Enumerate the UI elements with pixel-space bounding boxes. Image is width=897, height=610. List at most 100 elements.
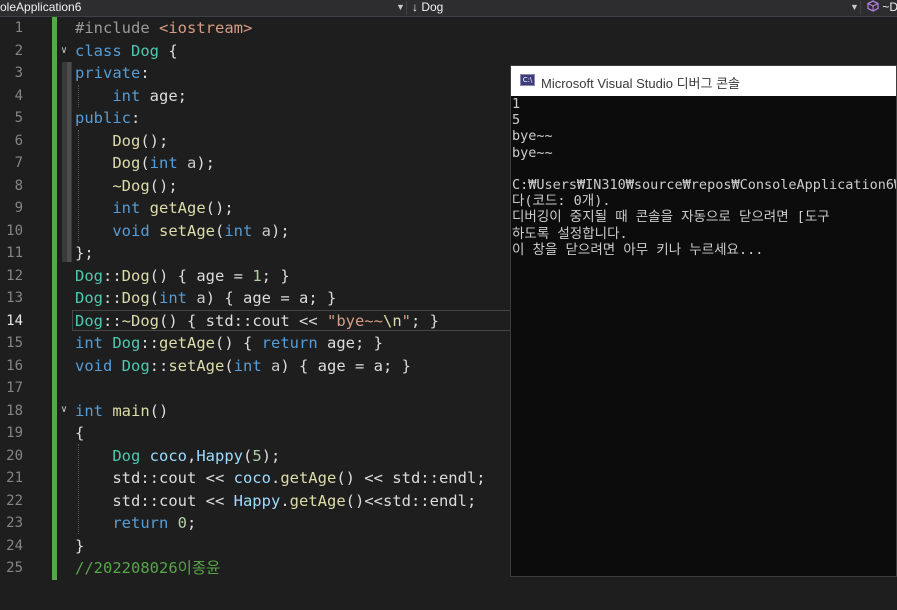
code-token: public: [75, 109, 131, 127]
code-line[interactable]: void Dog::setAge(int a) { age = a; }: [75, 355, 411, 378]
code-token: ": [401, 311, 411, 330]
cube-icon: [867, 0, 882, 14]
code-token: ~Dog: [112, 176, 150, 195]
code-token: a: [187, 154, 197, 172]
code-token: int: [75, 401, 113, 420]
code-line[interactable]: #include <iostream>: [75, 17, 252, 40]
code-line[interactable]: Dog();: [75, 130, 168, 153]
code-token: () { age =: [149, 266, 253, 285]
divider: [406, 1, 407, 15]
member-dropdown-label: ~D: [882, 0, 897, 14]
code-token: ::: [140, 334, 159, 352]
code-token: main: [112, 401, 150, 420]
line-number: 11: [6, 245, 23, 261]
code-token: getAge: [289, 491, 346, 510]
code-line[interactable]: Dog::Dog() { age = 1; }: [75, 265, 290, 288]
project-dropdown-label: oleApplication6: [0, 0, 82, 14]
code-line[interactable]: int main(): [75, 400, 168, 423]
navigation-bar: oleApplication6 ▼ ↓ Dog ▼ ~D: [0, 0, 897, 17]
line-number: 20: [6, 447, 23, 464]
line-number: 3: [14, 65, 23, 81]
console-app-icon: C:\: [520, 74, 535, 86]
code-line[interactable]: int Dog::getAge() { return age; }: [75, 332, 383, 355]
code-token: Dog: [112, 446, 150, 465]
line-number: 23: [6, 515, 23, 531]
code-token: () {: [215, 334, 262, 352]
code-token: Dog: [131, 41, 169, 60]
code-line[interactable]: std::cout << Happy.getAge()<<std::endl;: [75, 490, 476, 513]
console-line: 하도록 설정합니다.: [512, 225, 628, 242]
code-token: void: [75, 356, 122, 375]
code-line[interactable]: std::cout << coco.getAge() << std::endl;: [75, 467, 485, 490]
code-token: ()<<std::endl;: [345, 491, 477, 510]
code-token: //202208026이종윤: [75, 559, 221, 577]
code-token: int: [112, 199, 150, 217]
code-token: :: [140, 64, 150, 82]
code-line[interactable]: Dog::Dog(int a) { age = a; }: [75, 287, 336, 310]
code-line[interactable]: //202208026이종윤: [75, 557, 220, 580]
code-token: coco: [149, 446, 187, 465]
code-token: int: [112, 86, 150, 105]
class-dropdown-label: ↓ Dog: [412, 0, 444, 14]
code-token: int: [149, 154, 187, 172]
console-title-bar[interactable]: C:\ Microsoft Visual Studio 디버그 콘솔: [511, 66, 896, 96]
code-line[interactable]: Dog(int a);: [75, 152, 215, 175]
code-token: setAge: [159, 221, 215, 240]
class-dropdown[interactable]: ↓ Dog: [412, 0, 842, 16]
code-token: getAge: [159, 334, 215, 352]
code-token: getAge: [149, 199, 206, 217]
code-token: std::cout <<: [75, 469, 234, 487]
line-number: 22: [6, 492, 23, 509]
code-token: Happy: [233, 491, 281, 510]
console-line: 다(코드: 0개).: [512, 193, 611, 210]
code-token: ;: [187, 514, 197, 532]
line-number: 7: [14, 155, 23, 171]
code-token: {: [168, 41, 178, 60]
project-dropdown[interactable]: oleApplication6: [0, 0, 390, 16]
code-token: (): [149, 401, 169, 420]
code-token: ~Dog: [121, 311, 159, 330]
line-number: 2: [14, 42, 23, 59]
code-token: setAge: [168, 356, 225, 375]
chevron-down-icon[interactable]: ▼: [396, 0, 405, 16]
code-line[interactable]: }: [75, 535, 84, 558]
member-dropdown[interactable]: ~D: [867, 0, 897, 16]
debug-console-window[interactable]: C:\ Microsoft Visual Studio 디버그 콘솔 1 5 bye…: [510, 65, 897, 577]
code-token: ::: [103, 311, 122, 330]
code-token: 0: [177, 514, 187, 532]
code-line[interactable]: {: [75, 422, 84, 445]
code-token: ();: [205, 199, 234, 217]
code-token: age;: [149, 86, 187, 105]
code-line[interactable]: ~Dog();: [75, 175, 177, 198]
code-token: a: [196, 289, 206, 307]
code-line[interactable]: Dog::~Dog() { std::cout << "bye~~\n"; }: [75, 310, 439, 333]
code-line[interactable]: class Dog {: [75, 40, 178, 63]
code-token: age; }: [327, 334, 383, 352]
code-line[interactable]: int getAge();: [75, 197, 234, 220]
line-number: 1: [14, 20, 23, 36]
code-token: Dog: [121, 289, 150, 307]
code-token: (: [224, 356, 234, 375]
code-line[interactable]: public:: [75, 107, 140, 130]
code-line[interactable]: };: [75, 242, 94, 265]
code-token: }: [75, 536, 85, 555]
fold-collapse-icon[interactable]: ∨: [61, 40, 67, 63]
code-token: void: [112, 221, 159, 240]
chevron-down-icon[interactable]: ▼: [850, 0, 859, 16]
line-number: 12: [6, 267, 23, 284]
code-line[interactable]: return 0;: [75, 512, 196, 535]
code-line[interactable]: void setAge(int a);: [75, 220, 289, 243]
fold-collapse-icon[interactable]: ∨: [61, 399, 67, 422]
code-line[interactable]: int age;: [75, 85, 187, 108]
change-tracking-bar: [52, 17, 57, 580]
code-line[interactable]: private:: [75, 62, 150, 85]
code-token: {: [75, 424, 85, 442]
line-number: 4: [14, 87, 23, 104]
code-token: a: [261, 221, 272, 240]
code-line[interactable]: Dog coco,Happy(5);: [75, 445, 280, 468]
